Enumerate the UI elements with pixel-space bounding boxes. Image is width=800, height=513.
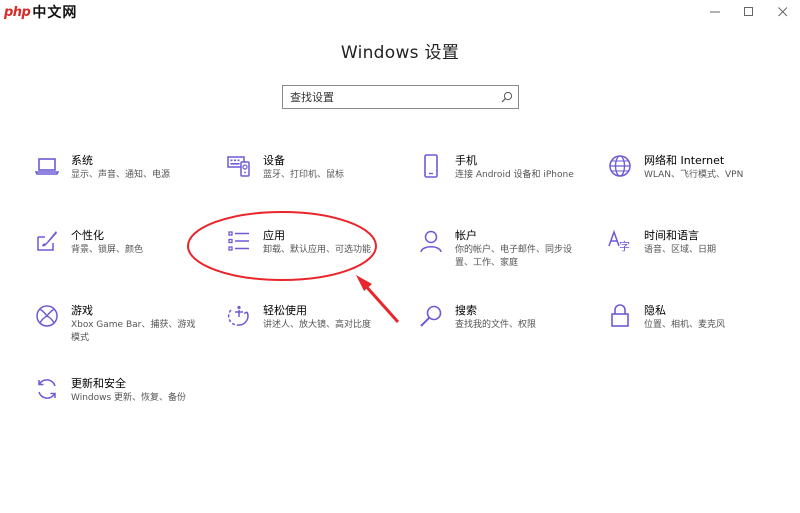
tile-update-security[interactable]: 更新和安全 Windows 更新、恢复、备份: [34, 376, 204, 426]
close-icon: [778, 7, 788, 17]
maximize-icon: [744, 7, 753, 16]
tile-name: 隐私: [644, 304, 666, 317]
tile-desc: 蓝牙、打印机、鼠标: [263, 170, 345, 180]
search-input[interactable]: [283, 86, 496, 108]
lock-icon: [607, 303, 633, 329]
tile-desc: 讲述人、放大镜、高对比度: [263, 320, 372, 330]
tile-name: 帐户: [455, 229, 477, 242]
tile-time-language[interactable]: 字 时间和语言 语音、区域、日期: [607, 228, 777, 278]
tile-name: 网络和 Internet: [644, 154, 725, 167]
tile-name: 轻松使用: [263, 304, 307, 317]
keyboard-devices-icon: [226, 153, 252, 179]
tile-gaming[interactable]: 游戏 Xbox Game Bar、捕获、游戏模式: [34, 303, 204, 353]
tile-name: 时间和语言: [644, 229, 699, 242]
tile-name: 系统: [71, 154, 93, 167]
tile-name: 设备: [263, 154, 285, 167]
globe-icon: [607, 153, 633, 179]
tile-desc: Xbox Game Bar、捕获、游戏模式: [71, 320, 196, 343]
magnifier-icon: [418, 303, 444, 329]
tile-name: 应用: [263, 229, 285, 242]
tile-desc: 背景、锁屏、颜色: [71, 245, 144, 255]
search-icon[interactable]: [496, 86, 518, 108]
tile-desc: Windows 更新、恢复、备份: [71, 393, 187, 403]
paint-brush-icon: [34, 228, 60, 254]
tile-privacy[interactable]: 隐私 位置、相机、麦克风: [607, 303, 777, 353]
tile-name: 个性化: [71, 229, 104, 242]
watermark-cn: 中文网: [32, 5, 78, 21]
xbox-icon: [34, 303, 60, 329]
tile-desc: 位置、相机、麦克风: [644, 320, 726, 330]
tile-search[interactable]: 搜索 查找我的文件、权限: [418, 303, 588, 353]
person-icon: [418, 228, 444, 254]
laptop-icon: [34, 153, 60, 179]
tile-name: 更新和安全: [71, 377, 126, 390]
tile-name: 手机: [455, 154, 477, 167]
close-button[interactable]: [766, 0, 800, 24]
tile-name: 游戏: [71, 304, 93, 317]
refresh-icon: [34, 376, 60, 402]
search-box[interactable]: [282, 85, 519, 109]
tile-desc: WLAN、飞行模式、VPN: [644, 170, 744, 180]
tile-desc: 卸载、默认应用、可选功能: [263, 245, 372, 255]
time-language-icon: 字: [607, 228, 633, 254]
window-controls: [698, 0, 800, 24]
watermark-php: php: [4, 4, 31, 20]
tile-devices[interactable]: 设备 蓝牙、打印机、鼠标: [226, 153, 396, 203]
maximize-button[interactable]: [732, 0, 766, 24]
minimize-button[interactable]: [698, 0, 732, 24]
tile-personalization[interactable]: 个性化 背景、锁屏、颜色: [34, 228, 204, 278]
tile-ease-of-access[interactable]: 轻松使用 讲述人、放大镜、高对比度: [226, 303, 396, 353]
tile-name: 搜索: [455, 304, 477, 317]
phone-icon: [418, 153, 444, 179]
ease-of-access-icon: [226, 303, 252, 329]
tile-network[interactable]: 网络和 Internet WLAN、飞行模式、VPN: [607, 153, 777, 203]
svg-text:字: 字: [619, 239, 630, 253]
tile-desc: 显示、声音、通知、电源: [71, 170, 171, 180]
watermark-logo: php 中文网: [4, 2, 77, 22]
tile-accounts[interactable]: 帐户 你的帐户、电子邮件、同步设置、工作、家庭: [418, 228, 588, 278]
tile-desc: 查找我的文件、权限: [455, 320, 537, 330]
tile-system[interactable]: 系统 显示、声音、通知、电源: [34, 153, 204, 203]
minimize-icon: [710, 11, 720, 13]
app-list-icon: [226, 228, 252, 254]
tile-phone[interactable]: 手机 连接 Android 设备和 iPhone: [418, 153, 588, 203]
tile-desc: 你的帐户、电子邮件、同步设置、工作、家庭: [455, 245, 573, 268]
tile-desc: 语音、区域、日期: [644, 245, 717, 255]
page-title: Windows 设置: [340, 43, 460, 63]
tile-desc: 连接 Android 设备和 iPhone: [455, 170, 574, 180]
tile-apps[interactable]: 应用 卸载、默认应用、可选功能: [226, 228, 396, 278]
